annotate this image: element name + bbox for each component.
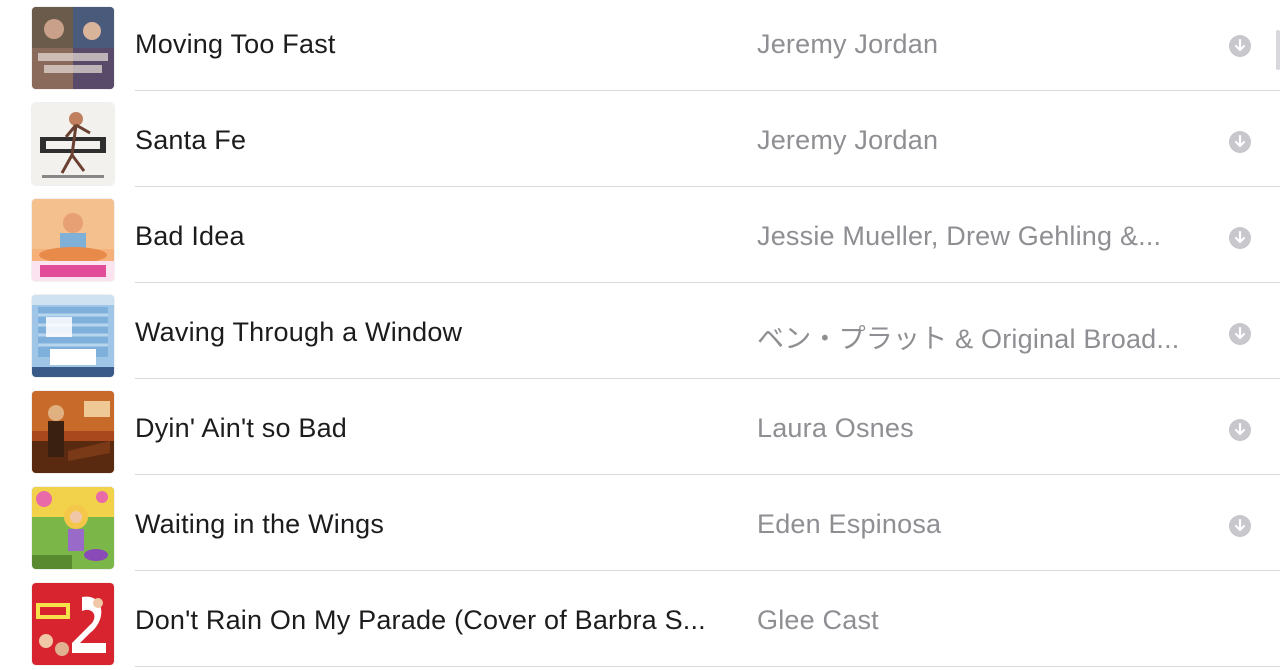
song-row[interactable]: Waving Through a Window ベン・プラット & Origin… [0,283,1280,379]
album-artwork-waitress[interactable] [32,199,114,281]
album-artwork-the-last-five-years[interactable] [32,7,114,89]
song-artist[interactable]: Eden Espinosa [757,509,1197,540]
album-artwork-glee[interactable] [32,583,114,665]
download-arrow-icon[interactable] [1229,515,1251,537]
download-arrow-icon[interactable] [1229,227,1251,249]
song-row[interactable]: Santa Fe Jeremy Jordan [0,91,1280,187]
song-artist[interactable]: Glee Cast [757,605,1197,636]
download-arrow-icon[interactable] [1229,131,1251,153]
song-row[interactable]: Dyin' Ain't so Bad Laura Osnes [0,379,1280,475]
download-arrow-icon[interactable] [1229,323,1251,345]
song-title[interactable]: Waving Through a Window [135,317,740,348]
song-title[interactable]: Dyin' Ain't so Bad [135,413,740,444]
album-artwork-dear-evan-hansen[interactable] [32,295,114,377]
song-title[interactable]: Waiting in the Wings [135,509,740,540]
song-title[interactable]: Don't Rain On My Parade (Cover of Barbra… [135,605,740,636]
song-row[interactable]: Moving Too Fast Jeremy Jordan [0,0,1280,91]
song-title[interactable]: Santa Fe [135,125,740,156]
album-artwork-bonnie-and-clyde[interactable] [32,391,114,473]
song-artist[interactable]: Laura Osnes [757,413,1197,444]
download-arrow-icon[interactable] [1229,419,1251,441]
song-title[interactable]: Moving Too Fast [135,29,740,60]
song-artist[interactable]: ベン・プラット & Original Broad... [757,317,1197,356]
song-title[interactable]: Bad Idea [135,221,740,252]
song-list: Moving Too Fast Jeremy Jordan Santa Fe J… [0,0,1280,670]
song-artist[interactable]: Jessie Mueller, Drew Gehling &... [757,221,1197,252]
song-row[interactable]: Don't Rain On My Parade (Cover of Barbra… [0,571,1280,667]
scroll-edge-indicator [1276,30,1280,70]
row-separator [135,666,1280,667]
song-row[interactable]: Waiting in the Wings Eden Espinosa [0,475,1280,571]
album-artwork-newsies[interactable] [32,103,114,185]
album-artwork-rapunzel[interactable] [32,487,114,569]
song-artist[interactable]: Jeremy Jordan [757,125,1197,156]
song-row[interactable]: Bad Idea Jessie Mueller, Drew Gehling &.… [0,187,1280,283]
song-artist[interactable]: Jeremy Jordan [757,29,1197,60]
download-arrow-icon[interactable] [1229,35,1251,57]
